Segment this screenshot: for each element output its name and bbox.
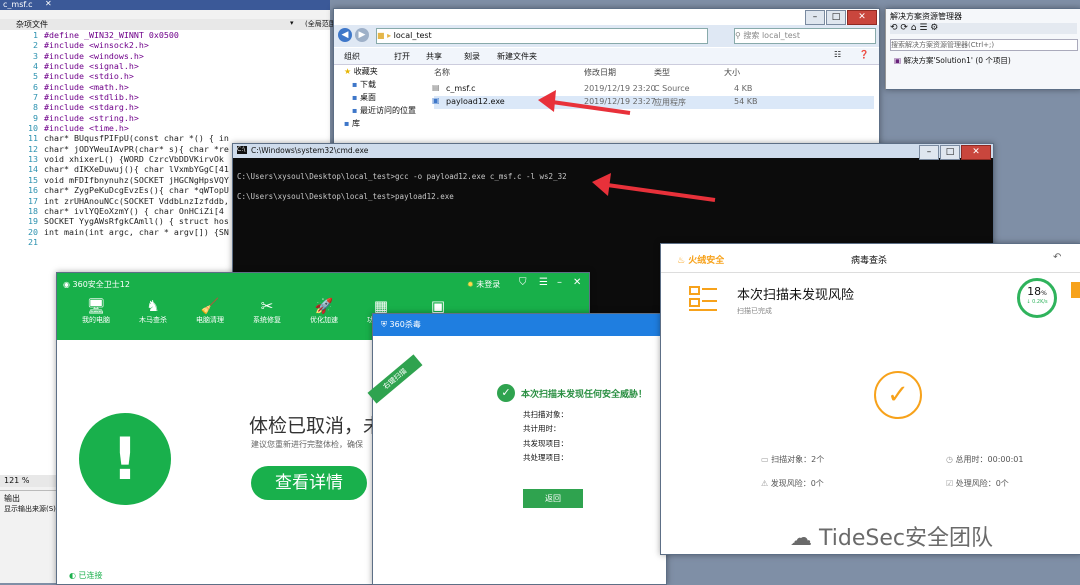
red-arrows xyxy=(538,90,716,202)
wechat-icon: ☁ xyxy=(790,526,819,551)
arrow-to-gcc xyxy=(592,173,716,202)
arrow-to-payload xyxy=(538,90,631,115)
watermark: ☁ TideSec安全团队 xyxy=(790,526,993,551)
